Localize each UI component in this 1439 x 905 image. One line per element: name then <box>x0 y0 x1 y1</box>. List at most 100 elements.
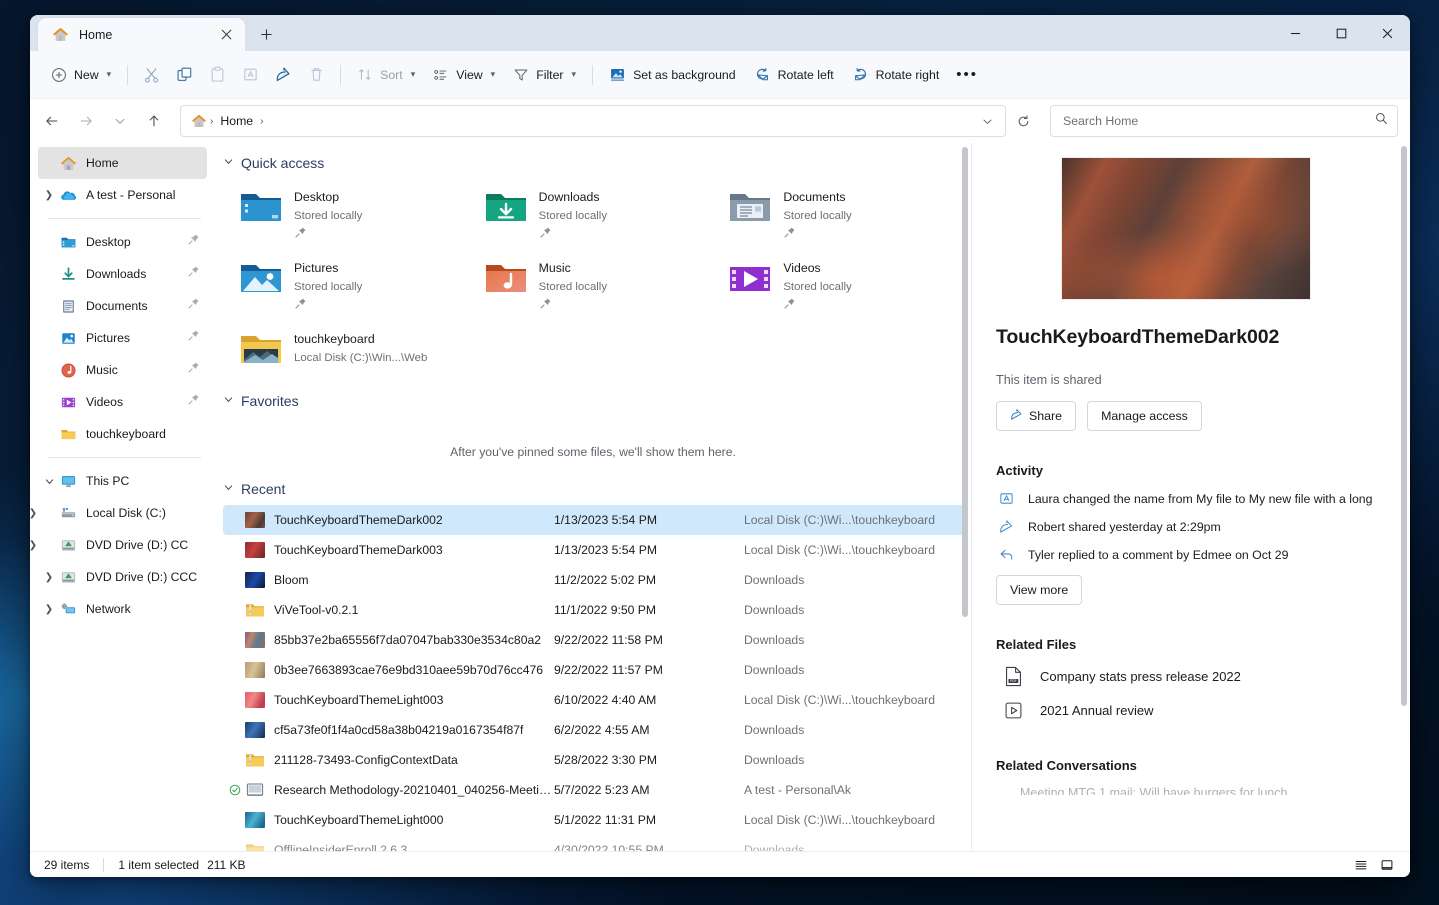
new-button[interactable]: New ▾ <box>42 59 120 91</box>
chevron-down-icon[interactable] <box>223 394 234 408</box>
pin-icon[interactable] <box>187 329 201 347</box>
scrollbar-thumb[interactable] <box>962 147 968 617</box>
forward-button[interactable] <box>70 105 102 137</box>
pin-icon[interactable] <box>539 297 607 315</box>
table-row[interactable]: Bloom 11/2/2022 5:02 PM Downloads <box>223 565 965 595</box>
breadcrumb[interactable]: › Home › <box>180 105 1006 137</box>
breadcrumb-separator[interactable]: › <box>259 116 264 127</box>
activity-item[interactable]: Laura changed the name from My file to M… <box>996 491 1376 506</box>
address-dropdown-icon[interactable] <box>973 107 1001 135</box>
paste-button[interactable] <box>201 59 234 91</box>
pin-icon[interactable] <box>187 265 201 283</box>
refresh-button[interactable] <box>1008 106 1038 136</box>
pin-icon[interactable] <box>783 297 851 315</box>
chevron-right-icon[interactable]: ❯ <box>38 572 60 583</box>
search-input[interactable] <box>1063 114 1374 128</box>
pin-icon[interactable] <box>187 297 201 315</box>
sidebar-item-a-test-personal[interactable]: ❯ A test - Personal <box>38 179 207 211</box>
chevron-right-icon[interactable]: ❯ <box>30 540 44 551</box>
related-file-item[interactable]: 2021 Annual review <box>1002 701 1376 720</box>
close-tab-icon[interactable] <box>215 24 237 46</box>
favorites-header[interactable]: Favorites <box>221 375 971 419</box>
pin-icon[interactable] <box>294 226 362 244</box>
back-button[interactable] <box>36 105 68 137</box>
sidebar-item-touchkeyboard[interactable]: touchkeyboard <box>38 418 207 450</box>
sidebar-item-dvd-drive-d-cc[interactable]: ❯ DVD Drive (D:) CC <box>38 529 207 561</box>
rotate-right-button[interactable]: Rotate right <box>843 59 949 91</box>
rotate-left-button[interactable]: Rotate left <box>745 59 843 91</box>
table-row[interactable]: ViVeTool-v0.2.1 11/1/2022 9:50 PM Downlo… <box>223 595 965 625</box>
pin-icon[interactable] <box>187 361 201 379</box>
pin-icon[interactable] <box>539 226 607 244</box>
activity-item[interactable]: Tyler replied to a comment by Edmee on O… <box>996 547 1376 562</box>
sidebar-item-local-disk-c[interactable]: ❯ Local Disk (C:) <box>38 497 207 529</box>
sidebar-item-desktop[interactable]: Desktop <box>38 226 207 258</box>
chevron-right-icon[interactable]: ❯ <box>30 508 44 519</box>
see-more-button[interactable]: ••• <box>948 59 986 91</box>
breadcrumb-item-home[interactable]: Home <box>214 111 259 131</box>
search-box[interactable] <box>1050 105 1398 137</box>
content-scrollbar[interactable] <box>961 147 969 847</box>
chevron-down-icon[interactable] <box>38 476 60 487</box>
table-row[interactable]: TouchKeyboardThemeLight003 6/10/2022 4:4… <box>223 685 965 715</box>
recent-header[interactable]: Recent <box>221 479 971 505</box>
quick-access-item-pictures[interactable]: Pictures Stored locally <box>233 252 478 321</box>
quick-access-header[interactable]: Quick access <box>221 143 971 181</box>
chevron-down-icon[interactable] <box>223 156 234 170</box>
related-conversation-item-partial[interactable]: Meeting MTG 1 mail: Will have burgers fo… <box>1020 786 1376 795</box>
sort-button[interactable]: Sort ▾ <box>348 59 424 91</box>
sidebar-item-videos[interactable]: Videos <box>38 386 207 418</box>
recent-locations-button[interactable] <box>104 105 136 137</box>
up-button[interactable] <box>138 105 170 137</box>
sidebar-item-home[interactable]: Home <box>38 147 207 179</box>
chevron-down-icon[interactable] <box>223 482 234 496</box>
search-icon[interactable] <box>1374 111 1389 131</box>
rename-button[interactable] <box>234 59 267 91</box>
chevron-right-icon[interactable]: ❯ <box>38 604 60 615</box>
table-row[interactable]: 85bb37e2ba65556f7da07047bab330e3534c80a2… <box>223 625 965 655</box>
sidebar-item-this-pc[interactable]: This PC <box>38 465 207 497</box>
sidebar-item-documents[interactable]: Documents <box>38 290 207 322</box>
related-file-item[interactable]: PDF Company stats press release 2022 <box>1002 666 1376 687</box>
view-button[interactable]: View ▾ <box>424 59 504 91</box>
quick-access-item-videos[interactable]: Videos Stored locally <box>722 252 967 321</box>
maximize-button[interactable] <box>1318 15 1364 51</box>
view-more-button[interactable]: View more <box>996 575 1082 605</box>
table-row[interactable]: 0b3ee7663893cae76e9bd310aee59b70d76cc476… <box>223 655 965 685</box>
quick-access-item-touchkeyboard[interactable]: touchkeyboard Local Disk (C:)\Win...\Web <box>233 323 478 375</box>
chevron-right-icon[interactable]: ❯ <box>38 190 60 201</box>
sidebar-item-downloads[interactable]: Downloads <box>38 258 207 290</box>
minimize-button[interactable] <box>1272 15 1318 51</box>
table-row[interactable]: TouchKeyboardThemeDark002 1/13/2023 5:54… <box>223 505 965 535</box>
pin-icon[interactable] <box>187 233 201 251</box>
set-as-background-button[interactable]: Set as background <box>600 59 745 91</box>
filter-button[interactable]: Filter ▾ <box>504 59 585 91</box>
activity-item[interactable]: Robert shared yesterday at 2:29pm <box>996 519 1376 534</box>
details-view-button[interactable] <box>1348 854 1374 876</box>
delete-button[interactable] <box>300 59 333 91</box>
share-button[interactable]: Share <box>996 401 1076 431</box>
table-row[interactable]: TouchKeyboardThemeLight000 5/1/2022 11:3… <box>223 805 965 835</box>
scrollbar-thumb[interactable] <box>1401 146 1407 706</box>
details-scrollbar[interactable] <box>1400 146 1408 848</box>
pin-icon[interactable] <box>294 297 362 315</box>
manage-access-button[interactable]: Manage access <box>1087 401 1202 431</box>
sidebar-item-pictures[interactable]: Pictures <box>38 322 207 354</box>
sidebar-item-music[interactable]: Music <box>38 354 207 386</box>
sidebar-item-dvd-drive-d-ccc[interactable]: ❯ DVD Drive (D:) CCC <box>38 561 207 593</box>
table-row[interactable]: OfflineInsiderEnroll 2.6.3 4/30/2022 10:… <box>223 835 965 851</box>
share-button[interactable] <box>267 59 300 91</box>
cut-button[interactable] <box>135 59 168 91</box>
browser-tab-home[interactable]: Home <box>38 18 245 51</box>
table-row[interactable]: 211128-73493-ConfigContextData 5/28/2022… <box>223 745 965 775</box>
new-tab-button[interactable] <box>251 20 281 48</box>
quick-access-item-music[interactable]: Music Stored locally <box>478 252 723 321</box>
table-row[interactable]: TouchKeyboardThemeDark003 1/13/2023 5:54… <box>223 535 965 565</box>
sidebar-item-network[interactable]: ❯ Network <box>38 593 207 625</box>
quick-access-item-downloads[interactable]: Downloads Stored locally <box>478 181 723 250</box>
close-window-button[interactable] <box>1364 15 1410 51</box>
large-icons-view-button[interactable] <box>1374 854 1400 876</box>
copy-button[interactable] <box>168 59 201 91</box>
pin-icon[interactable] <box>783 226 851 244</box>
table-row[interactable]: Research Methodology-20210401_040256-Mee… <box>223 775 965 805</box>
